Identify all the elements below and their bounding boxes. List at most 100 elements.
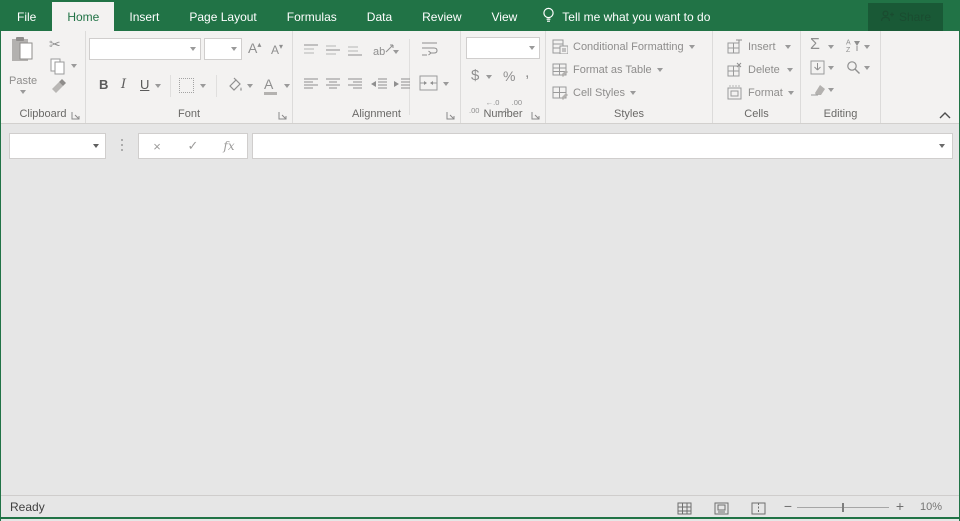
bold-button[interactable]: B xyxy=(99,77,108,92)
name-box[interactable] xyxy=(9,133,106,159)
borders-button[interactable] xyxy=(179,78,194,93)
format-painter-icon xyxy=(52,79,66,93)
insert-function-button[interactable]: fx xyxy=(214,139,244,153)
align-right-button[interactable] xyxy=(347,77,363,96)
normal-view-button[interactable] xyxy=(673,500,695,516)
decrease-indent-button[interactable] xyxy=(370,77,388,96)
conditional-formatting-button[interactable]: Conditional Formatting xyxy=(552,39,695,54)
zoom-level[interactable]: 10% xyxy=(913,501,949,513)
ribbon: Paste ✂ Clipboard A▴ A▾ B I U A Font ab … xyxy=(1,31,959,124)
expand-formula-bar-icon[interactable] xyxy=(939,144,945,148)
collapse-ribbon-button[interactable] xyxy=(939,106,951,124)
cell-styles-button[interactable]: Cell Styles xyxy=(552,85,636,100)
format-as-table-icon xyxy=(552,63,568,77)
underline-button[interactable]: U xyxy=(140,77,149,92)
tab-file[interactable]: File xyxy=(1,2,52,31)
tab-data[interactable]: Data xyxy=(352,2,407,31)
font-color-dropdown-arrow-icon[interactable] xyxy=(284,84,290,88)
merge-center-button[interactable] xyxy=(419,75,438,96)
orientation-dropdown-arrow-icon[interactable] xyxy=(393,50,399,54)
menu-bar: File Home Insert Page Layout Formulas Da… xyxy=(1,0,959,31)
page-layout-view-button[interactable] xyxy=(710,500,732,516)
increase-indent-button[interactable] xyxy=(393,77,411,96)
editing-group-label: Editing xyxy=(823,108,858,120)
zoom-out-button[interactable]: − xyxy=(781,498,795,514)
tab-review[interactable]: Review xyxy=(407,2,476,31)
autosum-button[interactable]: Σ xyxy=(810,36,820,54)
orientation-button[interactable]: ab xyxy=(373,43,395,58)
number-dialog-launcher[interactable] xyxy=(531,108,541,120)
autosum-dropdown-arrow-icon[interactable] xyxy=(828,45,834,49)
shrink-font-button[interactable]: A▾ xyxy=(271,42,283,57)
tab-page-layout[interactable]: Page Layout xyxy=(174,2,271,31)
fill-button[interactable] xyxy=(810,60,825,80)
tell-me-box[interactable]: Tell me what you want to do xyxy=(532,2,720,31)
alignment-dialog-launcher[interactable] xyxy=(446,108,456,120)
formula-bar-input[interactable] xyxy=(252,133,953,159)
format-painter-button[interactable] xyxy=(50,79,66,99)
clipboard-dialog-launcher[interactable] xyxy=(71,108,81,120)
status-mode: Ready xyxy=(10,500,45,514)
merge-center-dropdown-arrow-icon[interactable] xyxy=(443,82,449,86)
paste-button[interactable]: Paste xyxy=(9,36,37,94)
find-select-dropdown-arrow-icon[interactable] xyxy=(864,66,870,70)
center-button[interactable] xyxy=(325,77,341,96)
enter-button[interactable]: ✓ xyxy=(178,138,208,154)
sort-filter-button[interactable]: AZ xyxy=(845,38,861,58)
sort-filter-dropdown-arrow-icon[interactable] xyxy=(864,45,870,49)
delete-cells-label: Delete xyxy=(748,63,780,76)
divider xyxy=(216,75,217,97)
name-box-arrow-icon xyxy=(93,144,99,148)
underline-dropdown-arrow-icon[interactable] xyxy=(155,84,161,88)
zoom-slider-thumb[interactable] xyxy=(842,503,844,512)
format-cells-label: Format xyxy=(748,86,783,99)
grow-font-button[interactable]: A▴ xyxy=(248,40,261,56)
top-align-button[interactable] xyxy=(303,43,319,62)
clear-dropdown-arrow-icon[interactable] xyxy=(828,88,834,92)
copy-dropdown-arrow-icon[interactable] xyxy=(71,64,77,68)
borders-dropdown-arrow-icon[interactable] xyxy=(200,84,206,88)
middle-align-button[interactable] xyxy=(325,43,341,62)
font-name-combobox[interactable] xyxy=(89,38,201,60)
font-name-arrow-icon xyxy=(190,47,196,51)
format-cells-button[interactable]: Format xyxy=(727,85,794,100)
group-font: A▴ A▾ B I U A Font xyxy=(86,31,293,123)
alignment-group-label: Alignment xyxy=(352,108,401,120)
fill-dropdown-arrow-icon[interactable] xyxy=(828,66,834,70)
share-button[interactable]: Share xyxy=(867,3,943,31)
accounting-dropdown-arrow-icon[interactable] xyxy=(486,75,492,79)
insert-cells-button[interactable]: Insert xyxy=(727,39,791,54)
delete-cells-button[interactable]: Delete xyxy=(727,62,793,77)
format-as-table-button[interactable]: Format as Table xyxy=(552,62,663,77)
font-size-combobox[interactable] xyxy=(204,38,242,60)
comma-style-button[interactable]: , xyxy=(525,64,529,82)
page-break-preview-button[interactable] xyxy=(747,500,769,516)
tell-me-label: Tell me what you want to do xyxy=(562,9,711,24)
bottom-align-button[interactable] xyxy=(347,43,363,62)
percent-style-button[interactable]: % xyxy=(503,68,515,84)
tab-insert[interactable]: Insert xyxy=(114,2,174,31)
tab-formulas[interactable]: Formulas xyxy=(272,2,352,31)
group-styles: Conditional Formatting Format as Table C… xyxy=(546,31,713,123)
copy-button[interactable] xyxy=(50,58,65,80)
number-format-combobox[interactable] xyxy=(466,37,540,59)
magnifier-icon xyxy=(847,61,860,74)
font-color-button[interactable]: A xyxy=(264,76,277,95)
tab-view[interactable]: View xyxy=(477,2,533,31)
cut-button[interactable]: ✂ xyxy=(49,36,61,53)
tab-home[interactable]: Home xyxy=(52,2,115,31)
formula-bar-resizer[interactable] xyxy=(121,139,123,151)
fill-color-dropdown-arrow-icon[interactable] xyxy=(247,84,253,88)
align-left-button[interactable] xyxy=(303,77,319,96)
share-label: Share xyxy=(898,10,931,24)
italic-button[interactable]: I xyxy=(121,77,126,92)
find-select-button[interactable] xyxy=(846,60,861,80)
paste-dropdown-arrow-icon xyxy=(20,90,27,94)
font-dialog-launcher[interactable] xyxy=(278,108,288,120)
zoom-in-button[interactable]: + xyxy=(893,498,907,514)
clear-button[interactable] xyxy=(810,83,826,101)
cancel-button[interactable]: × xyxy=(142,139,172,154)
fill-color-button[interactable] xyxy=(226,77,244,98)
wrap-text-button[interactable] xyxy=(421,41,438,62)
accounting-format-button[interactable]: $ xyxy=(471,67,479,84)
